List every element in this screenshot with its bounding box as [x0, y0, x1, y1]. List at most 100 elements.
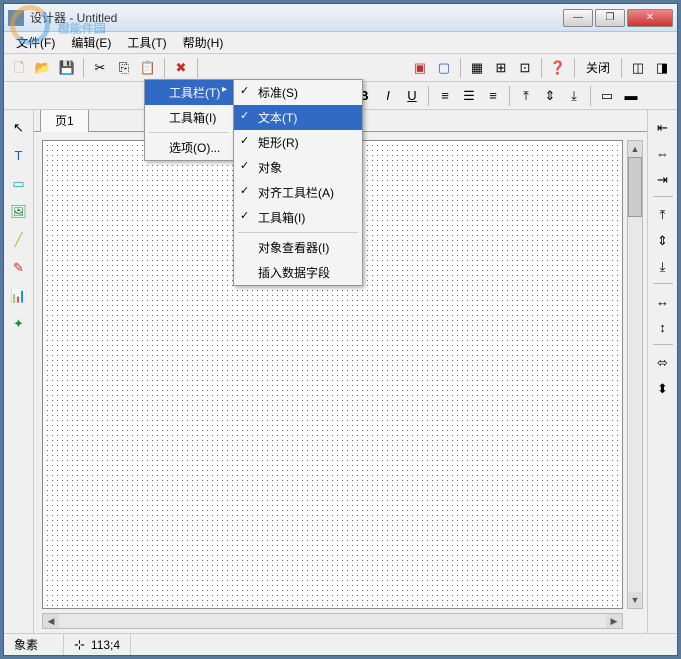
align-right-button[interactable]: ≡	[482, 85, 504, 107]
same-height-obj[interactable]: ⬍	[652, 377, 674, 399]
toolbar-separator	[460, 58, 461, 78]
horizontal-scrollbar[interactable]: ◀ ▶	[42, 613, 623, 629]
dist-h-icon: ↔	[656, 295, 669, 308]
submenu-standard-label: 标准(S)	[258, 86, 298, 100]
underline-button[interactable]: U	[401, 85, 423, 107]
check-icon: ✓	[240, 109, 249, 122]
bring-front-icon: ▣	[414, 61, 426, 74]
menu-help[interactable]: 帮助(H)	[175, 32, 232, 53]
fill-button[interactable]: ▬	[620, 85, 642, 107]
tab-page1[interactable]: 页1	[40, 110, 89, 132]
paste-button[interactable]: 📋	[137, 57, 159, 79]
align-center-v-obj[interactable]: ⇕	[652, 229, 674, 251]
valign-bottom-button[interactable]: ⤓	[563, 85, 585, 107]
align-center-button[interactable]: ☰	[458, 85, 480, 107]
italic-button[interactable]: I	[377, 85, 399, 107]
align-bottom-obj[interactable]: ⤓	[652, 255, 674, 277]
align-center-h-obj[interactable]: ⇔	[652, 142, 674, 164]
save-button[interactable]: 💾	[56, 57, 78, 79]
border-button[interactable]: ▭	[596, 85, 618, 107]
delete-button[interactable]: ✖	[170, 57, 192, 79]
submenu-toolbox[interactable]: ✓工具箱(I)	[234, 205, 362, 230]
submenu-align-label: 对齐工具栏(A)	[258, 186, 334, 200]
open-button[interactable]: 📂	[32, 57, 54, 79]
tools-dropdown: 工具栏(T) 工具箱(I) 选项(O)...	[144, 79, 234, 161]
submenu-object[interactable]: ✓对象	[234, 155, 362, 180]
menubar: 文件(F) 编辑(E) 工具(T) 帮助(H)	[4, 32, 677, 54]
align-left-obj[interactable]: ⇤	[652, 116, 674, 138]
titlebar[interactable]: 设计器 - Untitled — ❐ ✕	[4, 4, 677, 32]
star-tool[interactable]: ✦	[8, 312, 30, 334]
chart-icon: 📊	[10, 289, 26, 302]
copy-button[interactable]: ⎘	[113, 57, 135, 79]
valign-middle-button[interactable]: ⇕	[539, 85, 561, 107]
submenu-insertfield-label: 插入数据字段	[258, 266, 330, 280]
submenu-align-toolbar[interactable]: ✓对齐工具栏(A)	[234, 180, 362, 205]
menu-toolbox[interactable]: 工具箱(I)	[145, 105, 233, 130]
menu-tools[interactable]: 工具(T)	[119, 32, 174, 53]
submenu-object-viewer[interactable]: 对象查看器(I)	[234, 235, 362, 260]
image-tool[interactable]: 🖼	[8, 200, 30, 222]
menu-toolbox-label: 工具箱(I)	[169, 111, 216, 125]
app-icon	[8, 10, 24, 26]
scroll-right-button[interactable]: ▶	[606, 614, 622, 628]
snap-button[interactable]: ⊞	[490, 57, 512, 79]
submenu-insert-data-field[interactable]: 插入数据字段	[234, 260, 362, 285]
menu-edit[interactable]: 编辑(E)	[63, 32, 119, 53]
chart-tool[interactable]: 📊	[8, 284, 30, 306]
pen-icon: ✎	[13, 261, 24, 274]
dist-v-obj[interactable]: ↕	[652, 316, 674, 338]
toolbar-separator	[590, 86, 591, 106]
paste-icon: 📋	[140, 61, 156, 74]
minimize-button[interactable]: —	[563, 9, 593, 27]
toolbar-separator	[83, 58, 84, 78]
toolbar-separator	[653, 283, 673, 284]
save-icon: 💾	[59, 61, 75, 74]
same-width-obj[interactable]: ⬄	[652, 351, 674, 373]
valign-bottom-icon: ⤓	[571, 89, 577, 102]
pointer-tool[interactable]: ↖	[8, 116, 30, 138]
bring-front-button[interactable]: ▣	[409, 57, 431, 79]
dist-h-obj[interactable]: ↔	[652, 290, 674, 312]
submenu-standard[interactable]: ✓标准(S)	[234, 80, 362, 105]
toolbar-standard: 🗋 📂 💾 ✂ ⎘ 📋 ✖ ▣ ▢ ▦ ⊞ ⊡ ❓ 关闭 ◫ ◨	[4, 54, 677, 82]
vscroll-thumb[interactable]	[628, 157, 642, 217]
maximize-button[interactable]: ❐	[595, 9, 625, 27]
help-button[interactable]: ❓	[547, 57, 569, 79]
extra-button-2[interactable]: ◨	[651, 57, 673, 79]
cut-button[interactable]: ✂	[89, 57, 111, 79]
menu-options[interactable]: 选项(O)...	[145, 135, 233, 160]
pen-tool[interactable]: ✎	[8, 256, 30, 278]
menu-file[interactable]: 文件(F)	[8, 32, 63, 53]
vertical-scrollbar[interactable]: ▲ ▼	[627, 140, 643, 609]
ruler-button[interactable]: ⊡	[514, 57, 536, 79]
menu-toolbars[interactable]: 工具栏(T)	[145, 80, 233, 105]
rect-tool[interactable]: ▭	[8, 172, 30, 194]
close-toolbar-button[interactable]: 关闭	[580, 59, 616, 76]
align-top-obj[interactable]: ⤒	[652, 203, 674, 225]
submenu-rectangle[interactable]: ✓矩形(R)	[234, 130, 362, 155]
new-button[interactable]: 🗋	[8, 57, 30, 79]
valign-top-button[interactable]: ⤒	[515, 85, 537, 107]
toolbar-separator	[197, 58, 198, 78]
align-right-obj[interactable]: ⇥	[652, 168, 674, 190]
submenu-text[interactable]: ✓文本(T)	[234, 105, 362, 130]
send-back-icon: ▢	[438, 61, 450, 74]
scroll-up-button[interactable]: ▲	[628, 141, 642, 157]
align-center-h-icon: ⇔	[656, 147, 669, 160]
image-icon: 🖼	[10, 205, 27, 218]
open-folder-icon: 📂	[35, 61, 51, 74]
extra-button-1[interactable]: ◫	[627, 57, 649, 79]
toolbar-separator	[653, 344, 673, 345]
scroll-left-button[interactable]: ◀	[43, 614, 59, 628]
grid-button[interactable]: ▦	[466, 57, 488, 79]
align-left-button[interactable]: ≡	[434, 85, 456, 107]
toolbar-separator	[621, 58, 622, 78]
send-back-button[interactable]: ▢	[433, 57, 455, 79]
scroll-down-button[interactable]: ▼	[628, 592, 642, 608]
line-tool[interactable]: ╱	[8, 228, 30, 250]
cut-icon: ✂	[95, 61, 106, 74]
text-tool[interactable]: T	[8, 144, 30, 166]
fill-icon: ▬	[625, 89, 638, 102]
close-button[interactable]: ✕	[627, 9, 673, 27]
